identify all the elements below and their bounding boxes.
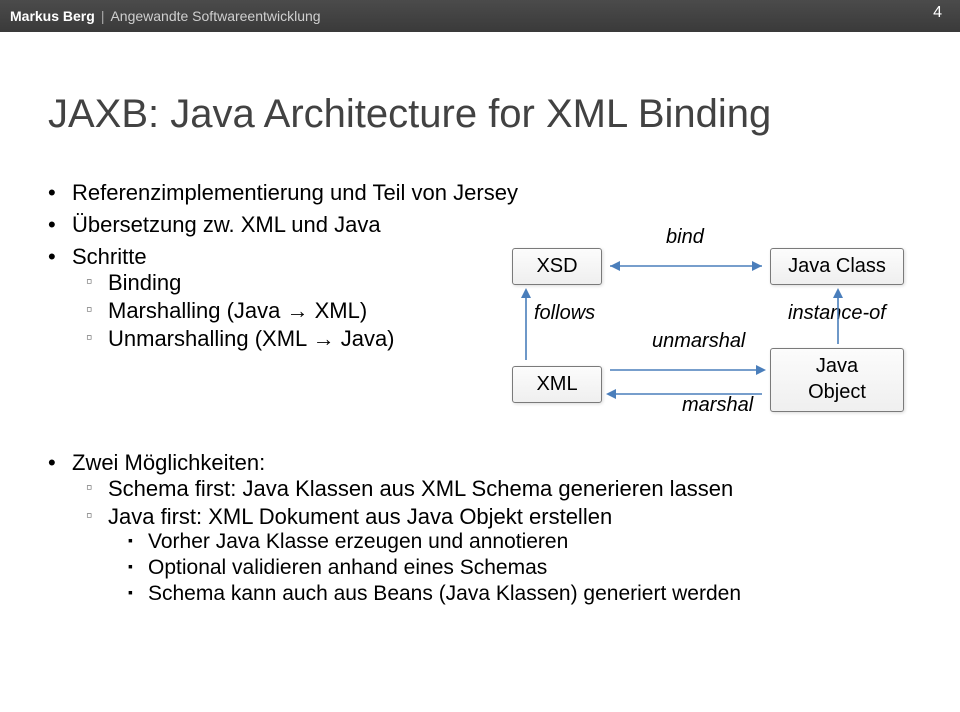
slide-header: Markus Berg | Angewandte Softwareentwick… [0, 0, 960, 32]
author-name: Markus Berg [10, 8, 95, 24]
bullet-optional-validate: Optional validieren anhand eines Schemas [128, 556, 930, 580]
arrow-right-icon: → [313, 326, 335, 351]
arrow-instance-of [833, 288, 843, 344]
bullet-translation: Übersetzung zw. XML und Java [48, 212, 930, 238]
arrow-marshal [606, 389, 762, 399]
bullet-schema-from-beans: Schema kann auch aus Beans (Java Klassen… [128, 582, 930, 606]
arrow-unmarshal [610, 365, 766, 375]
bullet-java-first: Java first: XML Dokument aus Java Objekt… [86, 504, 930, 606]
slide-title: JAXB: Java Architecture for XML Binding [48, 92, 771, 137]
bullet-reference-impl: Referenzimplementierung und Teil von Jer… [48, 180, 930, 206]
bullet-create-annotate: Vorher Java Klasse erzeugen und annotier… [128, 530, 930, 554]
bullet-schema-first: Schema first: Java Klassen aus XML Schem… [86, 476, 930, 502]
header-divider: | [101, 8, 105, 24]
diagram-arrows [460, 248, 930, 438]
bullet-two-options: Zwei Möglichkeiten: Schema first: Java K… [48, 450, 930, 606]
jaxb-diagram: XSD XML Java Class Java Object bind foll… [460, 248, 930, 438]
bullet-steps-label: Schritte [72, 244, 147, 269]
label-bind: bind [666, 226, 704, 249]
bullet-two-options-label: Zwei Möglichkeiten: [72, 450, 265, 475]
arrow-right-icon: → [287, 298, 309, 323]
arrow-follows [521, 288, 531, 360]
course-name: Angewandte Softwareentwicklung [110, 8, 320, 24]
arrow-bind [610, 261, 762, 271]
page-number: 4 [933, 4, 942, 22]
